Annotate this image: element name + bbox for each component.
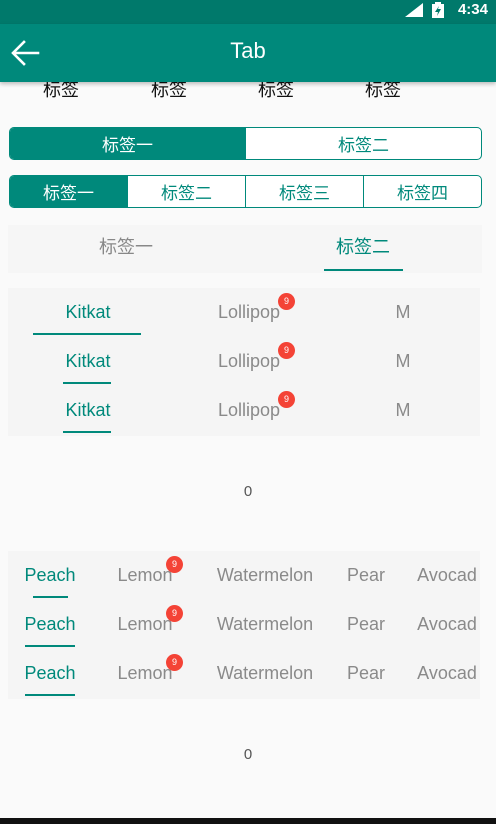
fruit-tab-row: Peach Lemon 9 Watermelon Pear Avocad [8, 649, 480, 698]
tab-avocado[interactable]: Avocad [412, 551, 482, 600]
tab-pear[interactable]: Pear [342, 649, 390, 698]
android-tab-row: Kitkat Lollipop 9 M [8, 386, 480, 435]
tab-avocado[interactable]: Avocad [412, 649, 482, 698]
scroll-tab[interactable]: 标签 [365, 82, 401, 102]
page-indicator: 0 [243, 746, 253, 763]
tab-avocado[interactable]: Avocad [412, 600, 482, 649]
page-indicator: 0 [243, 483, 253, 500]
tab-peach[interactable]: Peach [18, 649, 82, 698]
segment-tab-2[interactable]: 标签二 [245, 128, 481, 159]
segment-tab-1[interactable]: 标签一 [10, 128, 245, 159]
scroll-tab[interactable]: 标签 [43, 82, 79, 102]
tab-indicator [33, 596, 68, 598]
scroll-tab[interactable]: 标签 [258, 82, 294, 102]
fruit-tab-row: Peach Lemon 9 Watermelon Pear Avocad [8, 600, 480, 649]
tab-m[interactable]: M [378, 288, 428, 337]
signal-icon [405, 3, 423, 17]
tab-peach[interactable]: Peach [18, 600, 82, 649]
fruit-tab-row: Peach Lemon 9 Watermelon Pear Avocad [8, 551, 480, 600]
tab-m[interactable]: M [378, 386, 428, 435]
scroll-tab-strip[interactable]: 标签 标签 标签 标签 [0, 82, 496, 102]
segment-control-two: 标签一 标签二 [9, 127, 482, 160]
segment-tab-1[interactable]: 标签一 [10, 176, 127, 207]
badge: 9 [278, 293, 295, 310]
badge: 9 [166, 654, 183, 671]
segment-tab-2[interactable]: 标签二 [127, 176, 245, 207]
segment-tab-4[interactable]: 标签四 [363, 176, 481, 207]
tab-watermelon[interactable]: Watermelon [208, 649, 322, 698]
app-bar: Tab [0, 24, 496, 82]
android-tab-row: Kitkat Lollipop 9 M [8, 288, 480, 337]
page-title: Tab [230, 38, 266, 63]
tab-m[interactable]: M [378, 337, 428, 386]
tab-watermelon[interactable]: Watermelon [208, 551, 322, 600]
badge: 9 [278, 342, 295, 359]
badge: 9 [166, 556, 183, 573]
plain-tab-bar: 标签一 标签二 [8, 225, 482, 273]
android-tab-block: Kitkat Lollipop 9 M Kitkat Lollipop 9 M … [8, 288, 480, 436]
tab-indicator [63, 431, 111, 433]
tab-kitkat[interactable]: Kitkat [33, 386, 143, 435]
tab-pear[interactable]: Pear [342, 600, 390, 649]
plain-tab-1[interactable]: 标签一 [46, 225, 206, 273]
chevron-right-icon[interactable] [452, 82, 464, 88]
tab-indicator [324, 269, 403, 271]
badge: 9 [166, 605, 183, 622]
system-nav-bar [0, 818, 496, 824]
segment-tab-3[interactable]: 标签三 [245, 176, 363, 207]
tab-peach[interactable]: Peach [18, 551, 82, 600]
segment-control-four: 标签一 标签二 标签三 标签四 [9, 175, 482, 208]
status-time: 4:34 [457, 1, 488, 18]
tab-kitkat[interactable]: Kitkat [33, 288, 143, 337]
tab-kitkat[interactable]: Kitkat [33, 337, 143, 386]
tab-pear[interactable]: Pear [342, 551, 390, 600]
android-tab-row: Kitkat Lollipop 9 M [8, 337, 480, 386]
status-bar: 4:34 [0, 0, 496, 24]
tab-watermelon[interactable]: Watermelon [208, 600, 322, 649]
tab-indicator [63, 382, 111, 384]
scroll-tab[interactable]: 标签 [151, 82, 187, 102]
battery-charging-icon [432, 2, 444, 18]
badge: 9 [278, 391, 295, 408]
tab-indicator [33, 333, 141, 335]
tab-indicator [25, 694, 75, 696]
tab-indicator [25, 645, 75, 647]
fruit-tab-block: Peach Lemon 9 Watermelon Pear Avocad Pea… [8, 551, 480, 699]
plain-tab-2[interactable]: 标签二 [283, 225, 443, 273]
